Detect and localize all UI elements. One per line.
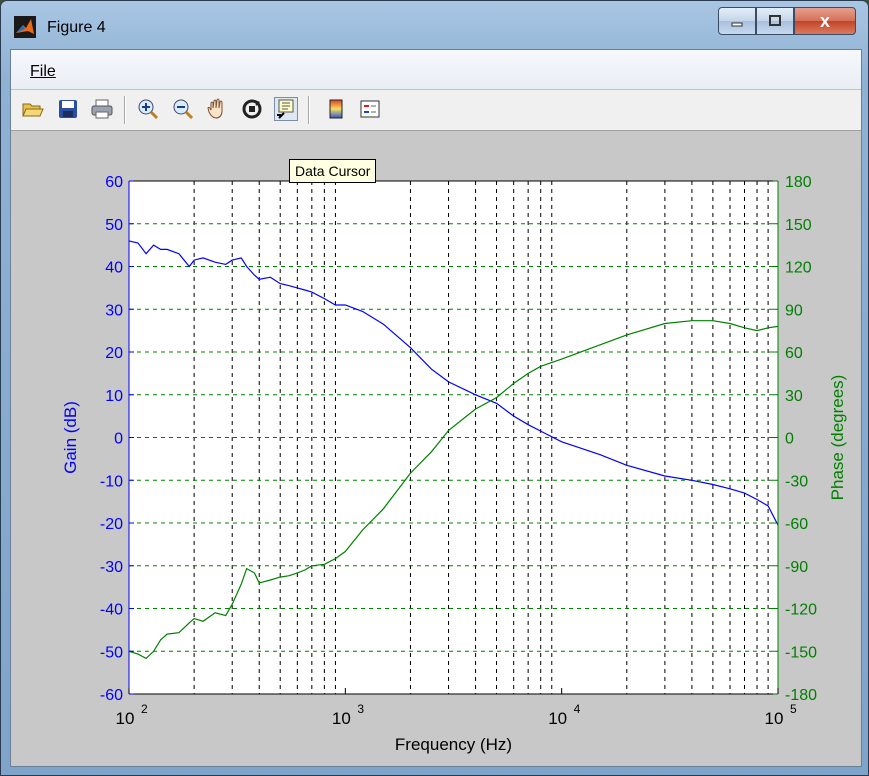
x-tick-label: 10 bbox=[332, 709, 351, 728]
open-icon bbox=[22, 103, 44, 117]
open-file-button[interactable] bbox=[21, 97, 45, 121]
right-y-tick-label: 60 bbox=[785, 345, 803, 362]
left-y-tick-label: -60 bbox=[100, 687, 123, 704]
colorbar-button[interactable] bbox=[324, 97, 348, 121]
left-y-tick-label: 40 bbox=[105, 260, 123, 277]
minimize-icon bbox=[731, 22, 743, 27]
maximize-icon bbox=[769, 15, 781, 26]
figure-client-area: File 60 50 40 30 20 10 0 -10 -20 -30 -40… bbox=[10, 49, 862, 767]
save-icon bbox=[59, 100, 77, 118]
print-button[interactable] bbox=[90, 97, 114, 121]
title-bar[interactable]: Figure 4 x bbox=[1, 1, 868, 49]
legend-button[interactable] bbox=[358, 97, 382, 121]
right-y-tick-label: -30 bbox=[785, 473, 808, 490]
figure-canvas[interactable]: 60 50 40 30 20 10 0 -10 -20 -30 -40 -50 -60 180 150 120… bbox=[11, 131, 861, 766]
window-title: Figure 4 bbox=[47, 19, 106, 36]
rotate-3d-button[interactable] bbox=[240, 97, 264, 121]
right-y-axis-label: Phase (degrees) bbox=[828, 375, 847, 501]
zoom-out-button[interactable] bbox=[171, 97, 195, 121]
data-cursor-button[interactable] bbox=[274, 97, 298, 121]
figure-window: Figure 4 x File 60 50 40 30 20 10 0 -10 … bbox=[0, 0, 869, 776]
close-icon: x bbox=[819, 10, 830, 31]
toolbar-separator bbox=[124, 96, 126, 124]
minimize-button[interactable] bbox=[718, 7, 756, 35]
menu-file-label: File bbox=[30, 63, 56, 80]
right-y-tick-label: 120 bbox=[785, 260, 812, 277]
pan-button[interactable] bbox=[205, 97, 229, 121]
left-y-tick-label: -10 bbox=[100, 473, 123, 490]
x-tick-exponent: 2 bbox=[141, 702, 148, 716]
left-y-tick-label: -30 bbox=[100, 559, 123, 576]
zoom-in-button[interactable] bbox=[136, 97, 160, 121]
x-tick-label: 10 bbox=[765, 709, 784, 728]
left-y-tick-label: 0 bbox=[114, 431, 123, 448]
x-tick-exponent: 4 bbox=[574, 702, 581, 716]
left-y-axis-label: Gain (dB) bbox=[61, 401, 80, 474]
colorbar-icon bbox=[329, 99, 343, 119]
left-y-tick-label: -40 bbox=[100, 602, 123, 619]
legend-icon bbox=[360, 100, 380, 118]
close-button[interactable]: x bbox=[794, 7, 856, 35]
toolbar-separator bbox=[308, 96, 310, 124]
right-y-tick-label: -120 bbox=[785, 602, 817, 619]
x-tick-exponent: 5 bbox=[790, 702, 797, 716]
right-y-tick-label: 180 bbox=[785, 174, 812, 191]
x-tick-label: 10 bbox=[548, 709, 567, 728]
zoom-in-icon bbox=[138, 99, 159, 120]
menu-file[interactable]: File bbox=[30, 63, 56, 81]
menu-bar: File bbox=[11, 50, 861, 90]
right-y-tick-label: -150 bbox=[785, 644, 817, 661]
x-axis-label: Frequency (Hz) bbox=[395, 735, 512, 754]
pan-hand-icon bbox=[207, 98, 223, 119]
left-y-tick-label: 50 bbox=[105, 217, 123, 234]
x-tick-label: 10 bbox=[116, 709, 135, 728]
right-y-tick-label: 0 bbox=[785, 431, 794, 448]
matlab-logo-icon bbox=[14, 16, 36, 38]
zoom-out-icon bbox=[173, 99, 194, 120]
data-cursor-icon bbox=[277, 99, 294, 119]
print-icon bbox=[91, 99, 113, 119]
figure-toolbar bbox=[11, 90, 861, 131]
left-y-tick-label: 30 bbox=[105, 302, 123, 319]
maximize-button[interactable] bbox=[756, 7, 794, 35]
left-y-tick-label: -20 bbox=[100, 516, 123, 533]
bode-plot[interactable]: 6050403020100-10-20-30-40-50-60180150120… bbox=[11, 131, 861, 766]
rotate-3d-icon bbox=[242, 99, 262, 119]
right-y-tick-label: -60 bbox=[785, 516, 808, 533]
right-y-tick-label: -90 bbox=[785, 559, 808, 576]
right-y-tick-label: 30 bbox=[785, 388, 803, 405]
tooltip-data-cursor: Data Cursor bbox=[289, 159, 377, 183]
right-y-tick-label: 90 bbox=[785, 302, 803, 319]
left-y-tick-label: 20 bbox=[105, 345, 123, 362]
left-y-tick-label: 10 bbox=[105, 388, 123, 405]
left-y-tick-label: -50 bbox=[100, 644, 123, 661]
left-y-tick-label: 60 bbox=[105, 174, 123, 191]
caption-buttons: x bbox=[718, 7, 856, 37]
x-tick-exponent: 3 bbox=[357, 702, 364, 716]
right-y-tick-label: 150 bbox=[785, 217, 812, 234]
save-button[interactable] bbox=[56, 97, 80, 121]
